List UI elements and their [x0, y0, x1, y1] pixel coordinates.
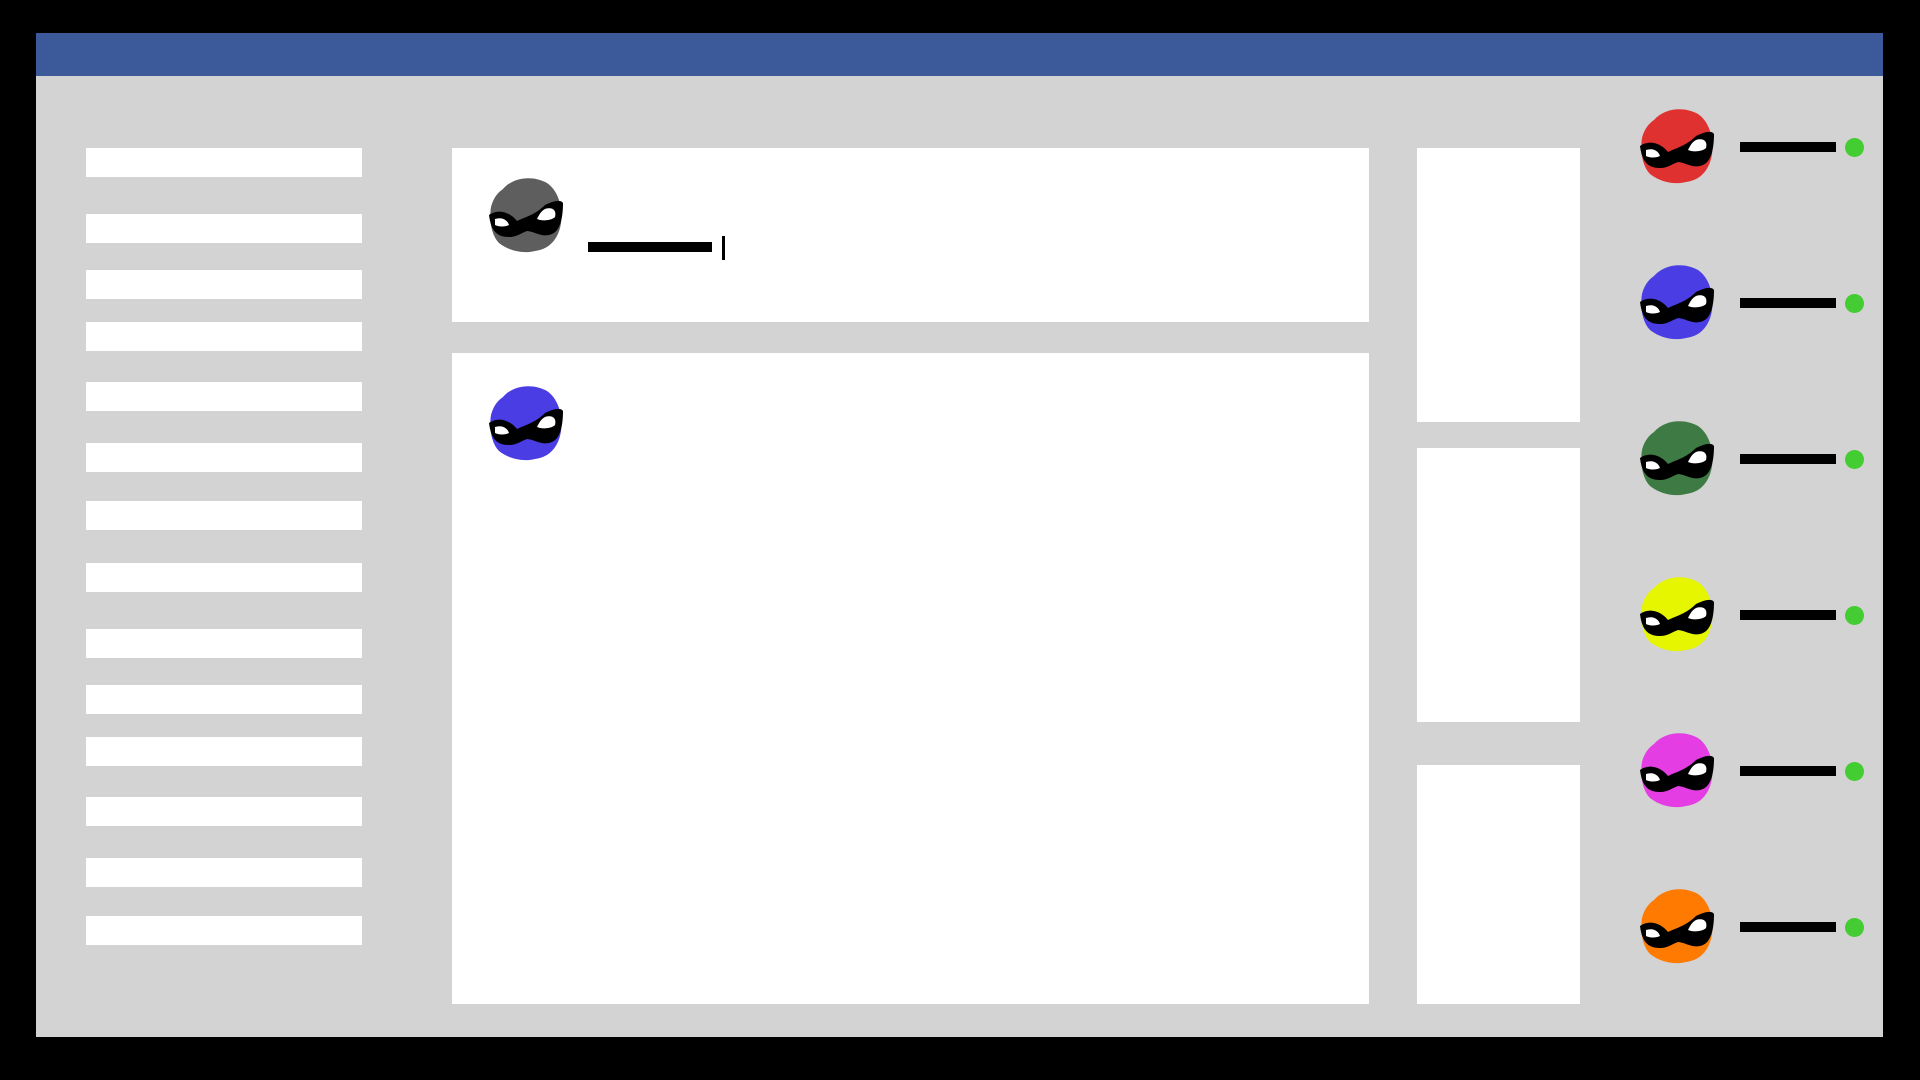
sidebar-item[interactable] — [86, 322, 362, 351]
sidebar-card — [1417, 448, 1580, 722]
masked-face-icon — [1640, 730, 1714, 808]
sidebar-item[interactable] — [86, 214, 362, 243]
masked-face-icon — [1640, 574, 1714, 652]
contact-name — [1740, 142, 1836, 152]
sidebar-item[interactable] — [86, 563, 362, 592]
masked-face-icon — [1640, 106, 1714, 184]
avatar-svg — [1640, 577, 1714, 652]
contact-item[interactable] — [1640, 418, 1864, 498]
contact-item[interactable] — [1640, 262, 1864, 342]
sidebar-item[interactable] — [86, 685, 362, 714]
contact-item[interactable] — [1640, 886, 1864, 966]
contact-item[interactable] — [1640, 106, 1864, 186]
text-caret — [722, 236, 725, 260]
sidebar-item[interactable] — [86, 629, 362, 658]
feed-post — [452, 353, 1369, 1004]
contact-item[interactable] — [1640, 730, 1864, 810]
masked-face-icon — [489, 383, 563, 461]
top-navigation-bar — [36, 33, 1883, 76]
sidebar-item[interactable] — [86, 737, 362, 766]
contact-item[interactable] — [1640, 574, 1864, 654]
online-status-dot — [1845, 762, 1864, 781]
sidebar-item[interactable] — [86, 858, 362, 887]
contact-name — [1740, 454, 1836, 464]
contact-name — [1740, 298, 1836, 308]
online-status-dot — [1845, 294, 1864, 313]
online-status-dot — [1845, 918, 1864, 937]
avatar-svg — [1640, 421, 1714, 496]
sidebar-item[interactable] — [86, 148, 362, 177]
masked-face-icon — [1640, 262, 1714, 340]
avatar-svg — [489, 386, 563, 461]
online-status-dot — [1845, 606, 1864, 625]
masked-face-icon — [1640, 886, 1714, 964]
sidebar-item[interactable] — [86, 916, 362, 945]
sidebar-item[interactable] — [86, 797, 362, 826]
avatar-svg — [1640, 265, 1714, 340]
masked-face-icon — [489, 175, 563, 253]
avatar-svg — [1640, 109, 1714, 184]
avatar-svg — [1640, 733, 1714, 808]
app-window — [36, 33, 1883, 1037]
sidebar-item[interactable] — [86, 382, 362, 411]
contact-name — [1740, 922, 1836, 932]
contact-name — [1740, 610, 1836, 620]
sidebar-item[interactable] — [86, 501, 362, 530]
avatar-svg — [489, 178, 563, 253]
contact-name — [1740, 766, 1836, 776]
post-composer[interactable] — [452, 148, 1369, 322]
online-status-dot — [1845, 138, 1864, 157]
masked-face-icon — [1640, 418, 1714, 496]
online-status-dot — [1845, 450, 1864, 469]
sidebar-item[interactable] — [86, 443, 362, 472]
composer-text-input[interactable] — [588, 242, 712, 252]
sidebar-card — [1417, 765, 1580, 1004]
sidebar-card — [1417, 148, 1580, 422]
avatar-svg — [1640, 889, 1714, 964]
sidebar-item[interactable] — [86, 270, 362, 299]
